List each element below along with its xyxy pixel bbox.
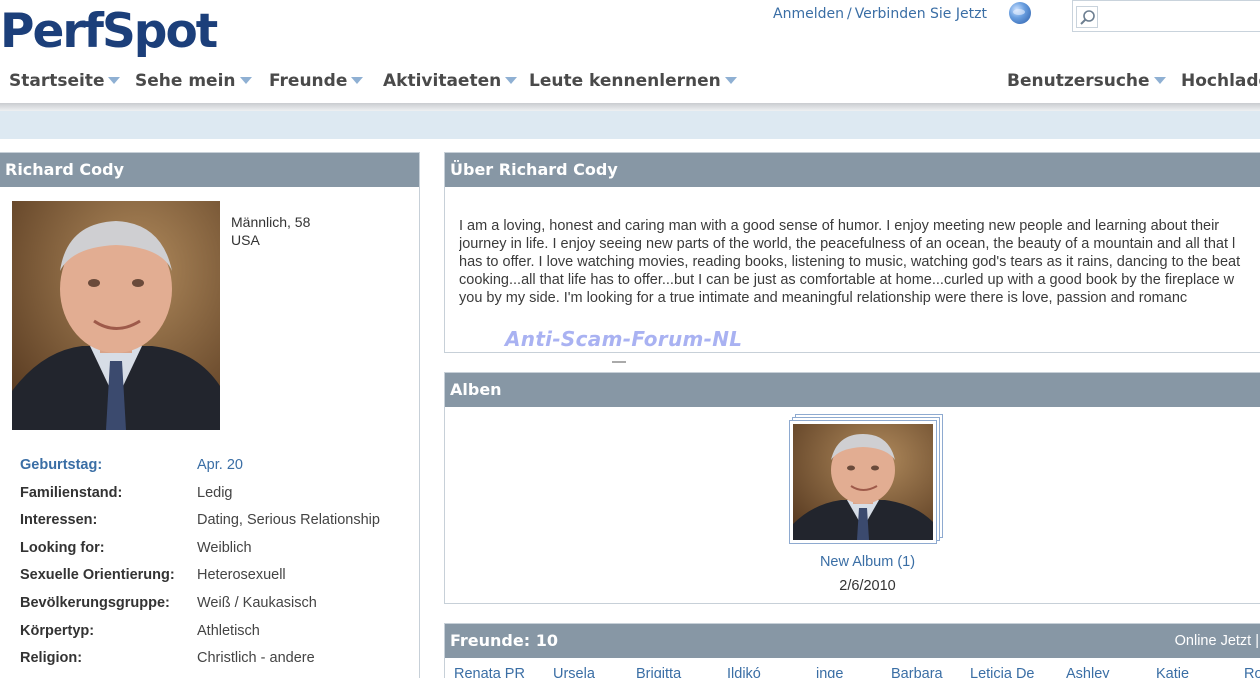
nav-leute-kennenlernen[interactable]: Leute kennenlernen — [529, 71, 737, 91]
detail-label: Familienstand: — [20, 484, 123, 501]
gender-age: Männlich, 58 — [231, 214, 311, 230]
search-icon[interactable] — [1076, 6, 1098, 28]
album-date: 2/6/2010 — [839, 578, 896, 594]
detail-value: Dating, Serious Relationship — [197, 512, 380, 529]
chevron-down-icon — [724, 77, 737, 84]
about-line: has to offer. I love watching movies, re… — [459, 254, 1241, 270]
detail-value: Christlich - andere — [197, 650, 315, 667]
nav-sehe-mein[interactable]: Sehe mein — [135, 71, 252, 91]
detail-value: Weiß / Kaukasisch — [197, 594, 317, 611]
friend-link[interactable]: Leticia De — [970, 666, 1034, 678]
about-line: journey in life. I enjoy seeing new part… — [459, 236, 1236, 252]
login-link[interactable]: Anmelden — [773, 6, 844, 22]
main-nav: Startseite Sehe mein Freunde Aktivitaete… — [0, 68, 1260, 100]
nav-label: Aktivitaeten — [383, 71, 502, 91]
link-separator: / — [846, 6, 852, 22]
nav-label: Startseite — [9, 71, 105, 91]
perfspot-logo[interactable]: PerfSpot — [0, 6, 218, 58]
watermark: Anti-Scam-Forum-NL — [505, 327, 743, 351]
about-text: I am a loving, honest and caring man wit… — [459, 217, 1260, 307]
nav-label: Freunde — [269, 71, 348, 91]
friend-link[interactable]: Brigitta — [636, 666, 681, 678]
detail-label: Körpertyp: — [20, 622, 95, 639]
chevron-down-icon — [351, 77, 364, 84]
album-thumbnail[interactable] — [789, 414, 943, 544]
about-line: I am a loving, honest and caring man wit… — [459, 218, 1220, 234]
detail-value[interactable]: Apr. 20 — [197, 457, 243, 473]
friend-link[interactable]: Ildikó — [727, 666, 761, 678]
chevron-down-icon — [239, 77, 252, 84]
basic-info: Männlich, 58 USA — [231, 213, 310, 249]
account-links: Anmelden / Verbinden Sie Jetzt — [773, 6, 987, 22]
search-input[interactable] — [1101, 5, 1256, 27]
albums-heading: Alben — [445, 373, 1260, 407]
detail-label: Religion: — [20, 650, 83, 667]
nav-label: Sehe mein — [135, 71, 236, 91]
nav-divider — [0, 103, 1260, 111]
divider-mark — [612, 361, 626, 363]
friend-link[interactable]: Ursela — [553, 666, 595, 678]
detail-label: Geburtstag: — [20, 457, 103, 473]
detail-label: Interessen: — [20, 512, 98, 529]
friend-link[interactable]: inge — [816, 666, 843, 678]
nav-hochladen[interactable]: Hochlade — [1181, 71, 1260, 91]
profile-name-heading: Richard Cody — [0, 153, 419, 187]
about-panel: Über Richard Cody I am a loving, honest … — [444, 152, 1260, 353]
search-box — [1072, 0, 1260, 32]
detail-value: Heterosexuell — [197, 567, 286, 584]
friend-link[interactable]: Barbara — [891, 666, 943, 678]
detail-value: Athletisch — [197, 622, 260, 639]
album-title-link[interactable]: New Album (1) — [790, 554, 945, 570]
sub-bar — [0, 111, 1260, 139]
nav-startseite[interactable]: Startseite — [9, 71, 121, 91]
nav-freunde[interactable]: Freunde — [269, 71, 364, 91]
profile-photo[interactable] — [12, 201, 220, 430]
chevron-down-icon — [1153, 77, 1166, 84]
chevron-down-icon — [505, 77, 518, 84]
about-line: you by my side. I'm looking for a true i… — [459, 290, 1188, 306]
detail-value: Weiblich — [197, 539, 252, 556]
friend-link[interactable]: Renata PR — [454, 666, 525, 678]
friends-heading: Freunde: 10 Online Jetzt | — [445, 624, 1260, 658]
friend-link[interactable]: Ashley — [1066, 666, 1110, 678]
friends-count: Freunde: 10 — [450, 631, 558, 650]
detail-value: Ledig — [197, 484, 233, 501]
detail-label: Bevölkerungsgruppe: — [20, 594, 170, 611]
nav-aktivitaeten[interactable]: Aktivitaeten — [383, 71, 518, 91]
detail-label: Looking for: — [20, 539, 105, 556]
country: USA — [231, 232, 260, 248]
join-link[interactable]: Verbinden Sie Jetzt — [855, 6, 987, 22]
nav-label: Hochlade — [1181, 71, 1260, 91]
about-heading: Über Richard Cody — [445, 153, 1260, 187]
globe-icon[interactable] — [1009, 2, 1031, 24]
nav-benutzersuche[interactable]: Benutzersuche — [1007, 71, 1166, 91]
online-now-link[interactable]: Online Jetzt | — [1175, 624, 1259, 658]
about-line: cooking...all that life has to offer...b… — [459, 272, 1235, 288]
detail-label: Sexuelle Orientierung: — [20, 567, 175, 584]
album-cover-photo[interactable] — [789, 420, 937, 544]
friend-link[interactable]: Katie — [1156, 666, 1189, 678]
nav-label: Leute kennenlernen — [529, 71, 721, 91]
friend-link[interactable]: Ro — [1244, 666, 1260, 678]
chevron-down-icon — [108, 77, 121, 84]
nav-label: Benutzersuche — [1007, 71, 1150, 91]
